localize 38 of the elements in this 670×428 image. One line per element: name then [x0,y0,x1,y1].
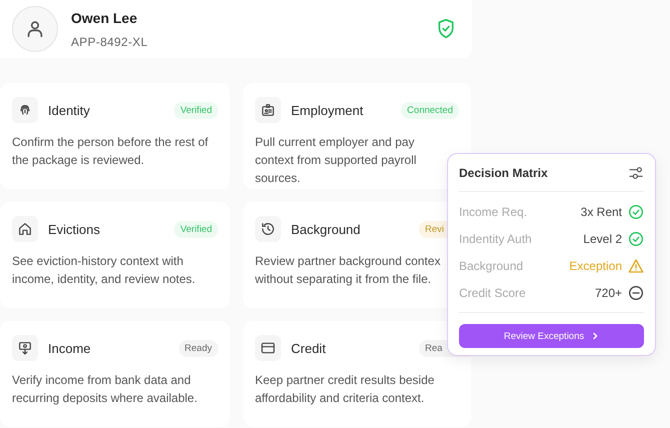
application-id: APP-8492-XL [71,34,148,48]
panel-title: Decision Matrix [459,166,548,180]
status-badge: Verified [174,102,218,118]
criterion-label: Credit Score [459,286,526,300]
check-circle-icon [628,230,644,246]
applicant-name: Owen Lee [71,10,138,26]
card-description: See eviction-history context with income, identity, and review notes. [12,253,196,288]
warning-icon [628,258,644,274]
card-title: Employment [291,102,364,118]
card-title: Background [291,222,360,236]
card-description: Review partner background contex without separating it from the file. [255,253,442,288]
status-badge: Connected [401,102,459,118]
criterion-value: 720+ [594,286,622,300]
criterion-value: Exception [569,258,622,272]
card-description: Pull current employer and pay context from supported payroll sources. [255,134,418,187]
card-description: Verify income from bank data and recurring deposits where available. [12,372,198,407]
criterion-label: Background [459,258,524,272]
criterion-value: 3x Rent [580,204,622,218]
status-badge: Ready [178,340,218,356]
status-badge: Verified [174,220,218,238]
credit-card-icon [260,340,276,356]
criterion-value: Level 2 [583,232,622,246]
home-icon [17,221,33,237]
card-title: Evictions [48,222,100,236]
chevron-right-icon [591,332,600,340]
criterion-label: Income Req. [459,204,528,218]
id-badge-icon [260,102,276,118]
card-title: Identity [48,102,90,118]
minus-circle-icon [628,284,644,300]
monitor-download-icon [17,340,33,356]
check-circle-icon [628,204,644,220]
card-description: Confirm the person before the rest of the package is reviewed. [12,134,210,169]
history-icon [260,221,276,237]
settings-icon[interactable] [628,164,644,180]
card-description: Keep partner credit results beside affordability and criteria context. [255,372,436,407]
review-exceptions-button[interactable]: Review Exceptions [459,324,644,348]
card-title: Income [48,340,91,356]
card-title: Credit [291,340,326,356]
